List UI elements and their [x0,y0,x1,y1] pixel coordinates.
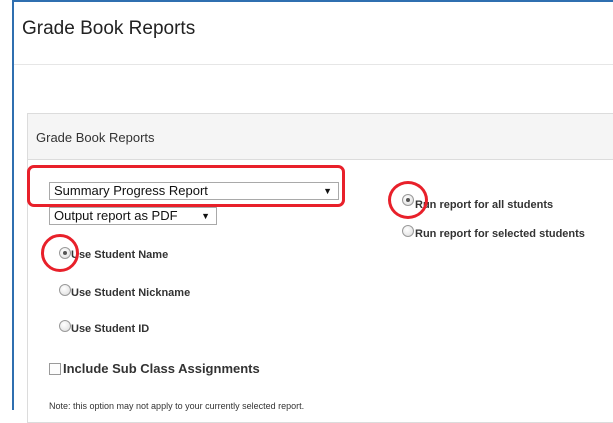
chevron-down-icon: ▼ [201,211,210,221]
run-all-students-label: Run report for all students [415,199,554,211]
highlight-circle [41,234,79,272]
panel-header: Grade Book Reports [28,114,613,160]
title-divider [14,64,613,65]
use-student-nickname-label: Use Student Nickname [71,287,191,299]
use-student-id-label: Use Student ID [71,323,150,335]
highlight-box [27,165,345,207]
output-format-value: Output report as PDF [54,208,178,223]
highlight-circle [388,181,428,219]
reports-panel: Grade Book Reports [27,113,613,423]
run-selected-students-radio[interactable] [402,225,414,237]
panel-title: Grade Book Reports [36,130,155,145]
output-format-select[interactable]: Output report as PDF ▼ [49,207,217,225]
run-selected-students-label: Run report for selected students [415,228,585,240]
use-student-id-radio[interactable] [59,320,71,332]
use-student-nickname-radio[interactable] [59,284,71,296]
include-sub-class-label: Include Sub Class Assignments [63,361,260,376]
use-student-name-label: Use Student Name [71,249,169,261]
include-sub-class-checkbox[interactable] [49,363,61,375]
page-title: Grade Book Reports [22,18,196,39]
